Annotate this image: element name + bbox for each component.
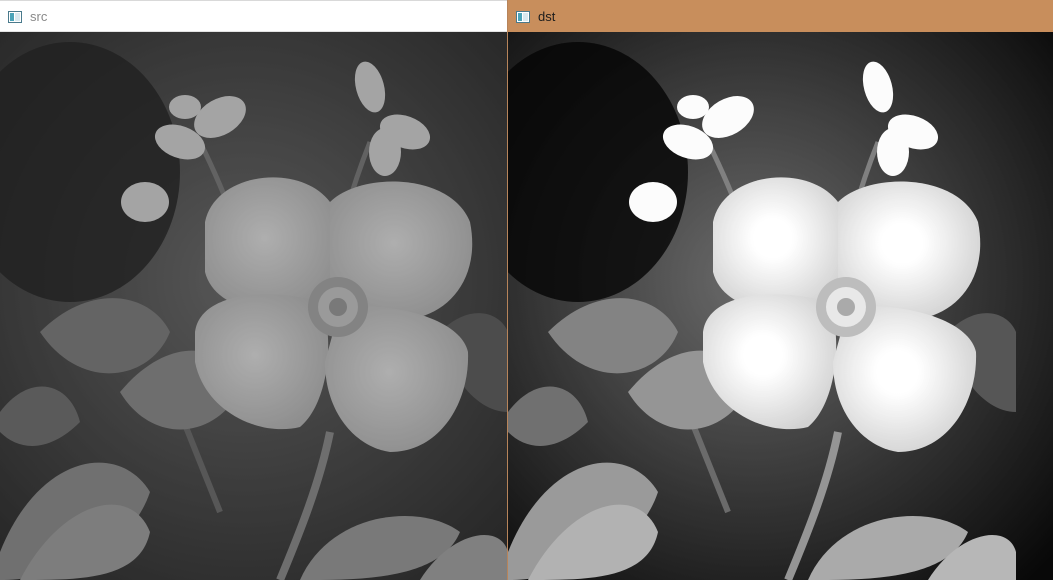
dst-titlebar[interactable]: dst [508,0,1053,32]
src-window: src [0,0,508,580]
src-titlebar[interactable]: src [0,0,508,32]
dst-image [508,32,1053,580]
dst-window: dst [508,0,1053,580]
image-window-icon [516,10,530,23]
dst-window-title: dst [538,8,556,24]
image-window-icon [8,10,22,23]
src-window-title: src [30,8,48,24]
src-image [0,32,508,580]
